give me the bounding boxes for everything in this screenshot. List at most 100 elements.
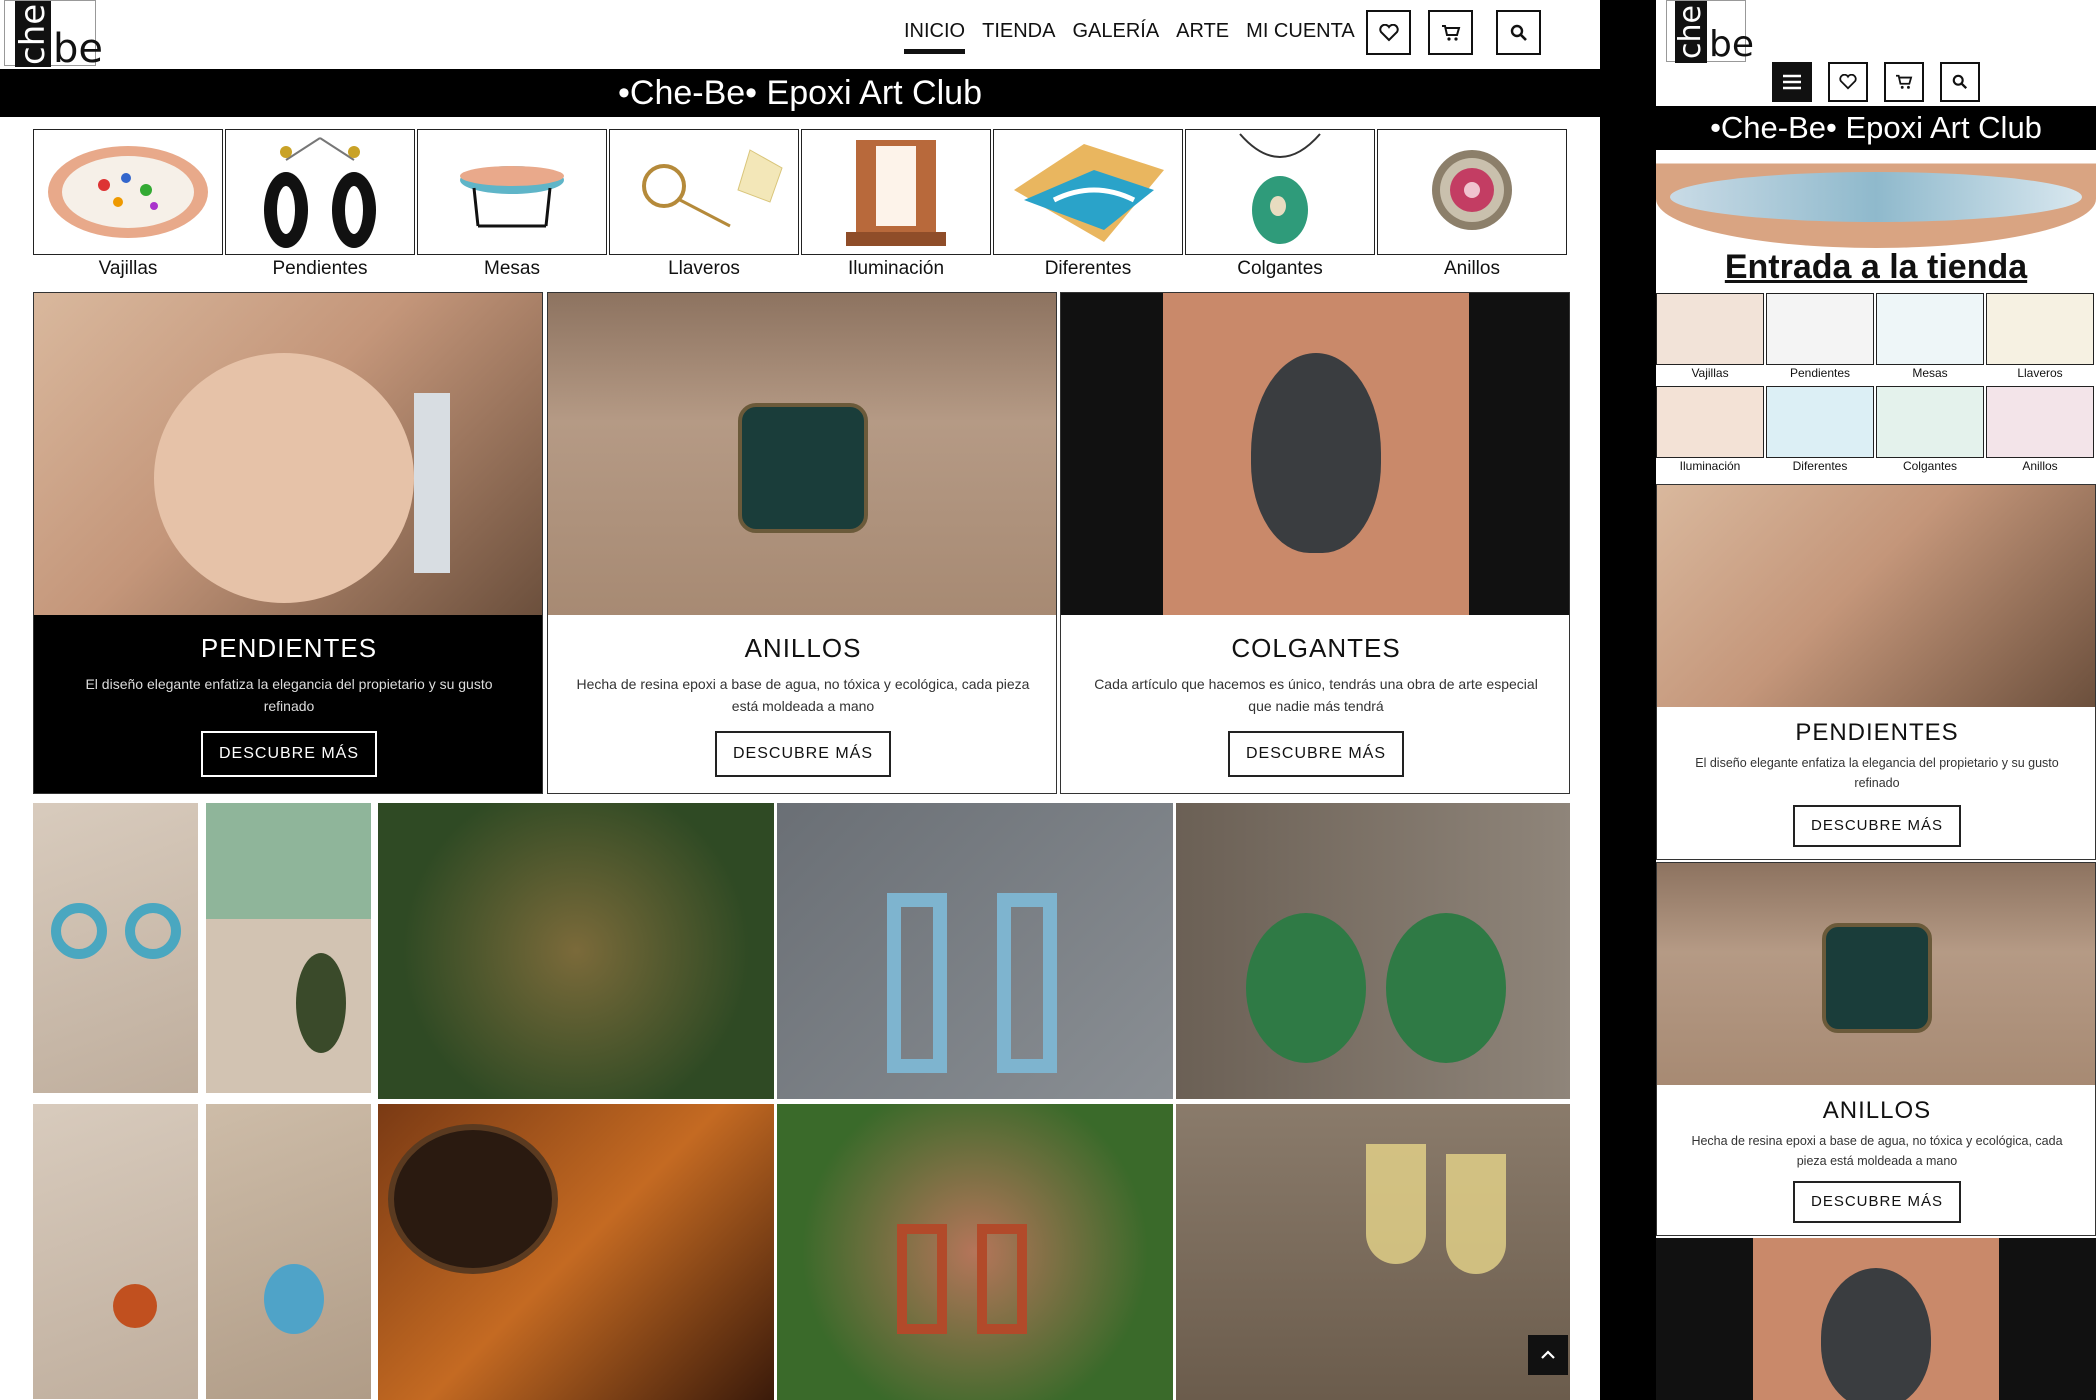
category-label[interactable]: Llaveros [609, 258, 799, 280]
ring-beach-photo [1657, 863, 2095, 1085]
logo-text-be: be [53, 26, 103, 72]
feature-card-colgantes: COLGANTES Cada artículo que hacemos es ú… [1060, 292, 1570, 794]
descubre-mas-button[interactable]: DESCUBRE MÁS [1228, 731, 1404, 777]
category-tile-llaveros[interactable] [1986, 293, 2094, 365]
nav-mi-cuenta[interactable]: MI CUENTA [1246, 20, 1355, 54]
category-tile-pendientes[interactable] [225, 129, 415, 255]
cart-icon [1896, 74, 1913, 89]
gallery-photo[interactable] [777, 803, 1173, 1099]
nav-inicio[interactable]: INICIO [904, 20, 966, 54]
logo-text-che: che [1673, 1, 1708, 63]
woman-earring-photo [34, 293, 542, 615]
category-label[interactable]: Vajillas [1656, 366, 1764, 380]
logo-text-be: be [1709, 24, 1754, 65]
category-label[interactable]: Pendientes [1766, 366, 1874, 380]
diferentes-image [1014, 144, 1164, 242]
category-label[interactable]: Anillos [1377, 258, 1567, 280]
gallery-photo[interactable] [33, 803, 198, 1093]
nav-arte[interactable]: ARTE [1176, 20, 1229, 54]
gallery-photo[interactable] [378, 803, 774, 1099]
descubre-mas-button[interactable]: DESCUBRE MÁS [715, 731, 891, 777]
llaveros-image [642, 149, 783, 228]
shop-entrance-link[interactable]: Entrada a la tienda [1656, 248, 2096, 287]
gallery-photo[interactable] [1176, 1104, 1570, 1400]
descubre-mas-button[interactable]: DESCUBRE MÁS [1793, 1181, 1961, 1223]
site-logo[interactable]: che be [1666, 0, 1754, 65]
ring-beach-photo [548, 293, 1056, 615]
menu-button[interactable] [1772, 62, 1812, 102]
chevron-up-icon [1541, 1350, 1555, 1359]
card-title: ANILLOS [744, 633, 862, 663]
category-label[interactable]: Vajillas [33, 258, 223, 280]
gallery-photo[interactable] [206, 1104, 371, 1399]
heart-icon [1839, 74, 1857, 90]
category-tile-diferentes[interactable] [1766, 386, 1874, 458]
table-hero-photo [1656, 150, 2096, 248]
gallery-photo[interactable] [33, 1104, 198, 1399]
descubre-mas-button[interactable]: DESCUBRE MÁS [1793, 805, 1961, 847]
descubre-mas-button[interactable]: DESCUBRE MÁS [201, 731, 377, 777]
search-button[interactable] [1496, 10, 1541, 55]
category-label[interactable]: Iluminación [801, 258, 991, 280]
category-label[interactable]: Mesas [1876, 366, 1984, 380]
pendant-arm-photo [1656, 1238, 2096, 1400]
hamburger-icon [1783, 74, 1801, 90]
card-title: PENDIENTES [200, 633, 378, 663]
category-label[interactable]: Colgantes [1876, 459, 1984, 473]
category-label[interactable]: Llaveros [1986, 366, 2094, 380]
nav-tienda[interactable]: TIENDA [982, 20, 1055, 54]
wishlist-button[interactable] [1366, 10, 1411, 55]
desktop-screen: che be INICIO TIENDA GALERÍA ARTE MI CUE… [0, 0, 1600, 1400]
feature-card-pendientes: PENDIENTES El diseño elegante enfatiza l… [33, 292, 543, 794]
category-label[interactable]: Iluminación [1656, 459, 1764, 473]
category-tile-colgantes[interactable] [1185, 129, 1375, 255]
category-tile-anillos[interactable] [1986, 386, 2094, 458]
cart-icon [1441, 24, 1460, 41]
gallery-photo[interactable] [206, 803, 371, 1093]
pendientes-image [264, 137, 376, 248]
wishlist-button[interactable] [1828, 62, 1868, 102]
feature-card-anillos: ANILLOS Hecha de resina epoxi a base de … [1656, 862, 2096, 1236]
category-tile-colgantes[interactable] [1876, 386, 1984, 458]
category-label[interactable]: Diferentes [1766, 459, 1874, 473]
category-tile-pendientes[interactable] [1766, 293, 1874, 365]
search-icon [1952, 74, 1968, 90]
cart-button[interactable] [1884, 62, 1924, 102]
site-logo[interactable]: che be [4, 0, 103, 69]
category-tile-diferentes[interactable] [993, 129, 1183, 255]
category-tile-vajillas[interactable] [1656, 293, 1764, 365]
feature-card-anillos: ANILLOS Hecha de resina epoxi a base de … [547, 292, 1057, 794]
card-text: Cada artículo que hacemos es único, tend… [1094, 676, 1538, 715]
search-button[interactable] [1940, 62, 1980, 102]
card-text: El diseño elegante enfatiza la elegancia… [1695, 756, 2059, 790]
cart-button[interactable] [1428, 10, 1473, 55]
nav-galeria[interactable]: GALERÍA [1072, 20, 1159, 54]
vajillas-image [48, 146, 208, 238]
card-text: Hecha de resina epoxi a base de agua, no… [576, 676, 1030, 715]
mobile-screen: che be •Che-Be• Epoxi Art Club Entrada a… [1656, 0, 2100, 1400]
category-label[interactable]: Colgantes [1185, 258, 1375, 280]
scroll-top-button[interactable] [1528, 1335, 1568, 1375]
category-tile-mesas[interactable] [417, 129, 607, 255]
anillos-image [1432, 150, 1512, 230]
logo-text-che: che [13, 1, 53, 67]
feature-card-pendientes: PENDIENTES El diseño elegante enfatiza l… [1656, 484, 2096, 860]
gallery-photo[interactable] [1176, 803, 1570, 1099]
gallery-photo[interactable] [777, 1104, 1173, 1400]
search-icon [1510, 24, 1527, 41]
category-tile-iluminacion[interactable] [1656, 386, 1764, 458]
category-label[interactable]: Diferentes [993, 258, 1183, 280]
category-label[interactable]: Mesas [417, 258, 607, 280]
card-text: El diseño elegante enfatiza la elegancia… [85, 676, 493, 715]
category-tile-vajillas[interactable] [33, 129, 223, 255]
card-title: COLGANTES [1231, 633, 1401, 663]
card-title: PENDIENTES [1795, 719, 1959, 746]
gallery-photo[interactable] [378, 1104, 774, 1400]
heart-icon [1378, 23, 1399, 41]
category-tile-iluminacion[interactable] [801, 129, 991, 255]
category-tile-anillos[interactable] [1377, 129, 1567, 255]
category-tile-mesas[interactable] [1876, 293, 1984, 365]
category-label[interactable]: Anillos [1986, 459, 2094, 473]
category-label[interactable]: Pendientes [225, 258, 415, 280]
category-tile-llaveros[interactable] [609, 129, 799, 255]
